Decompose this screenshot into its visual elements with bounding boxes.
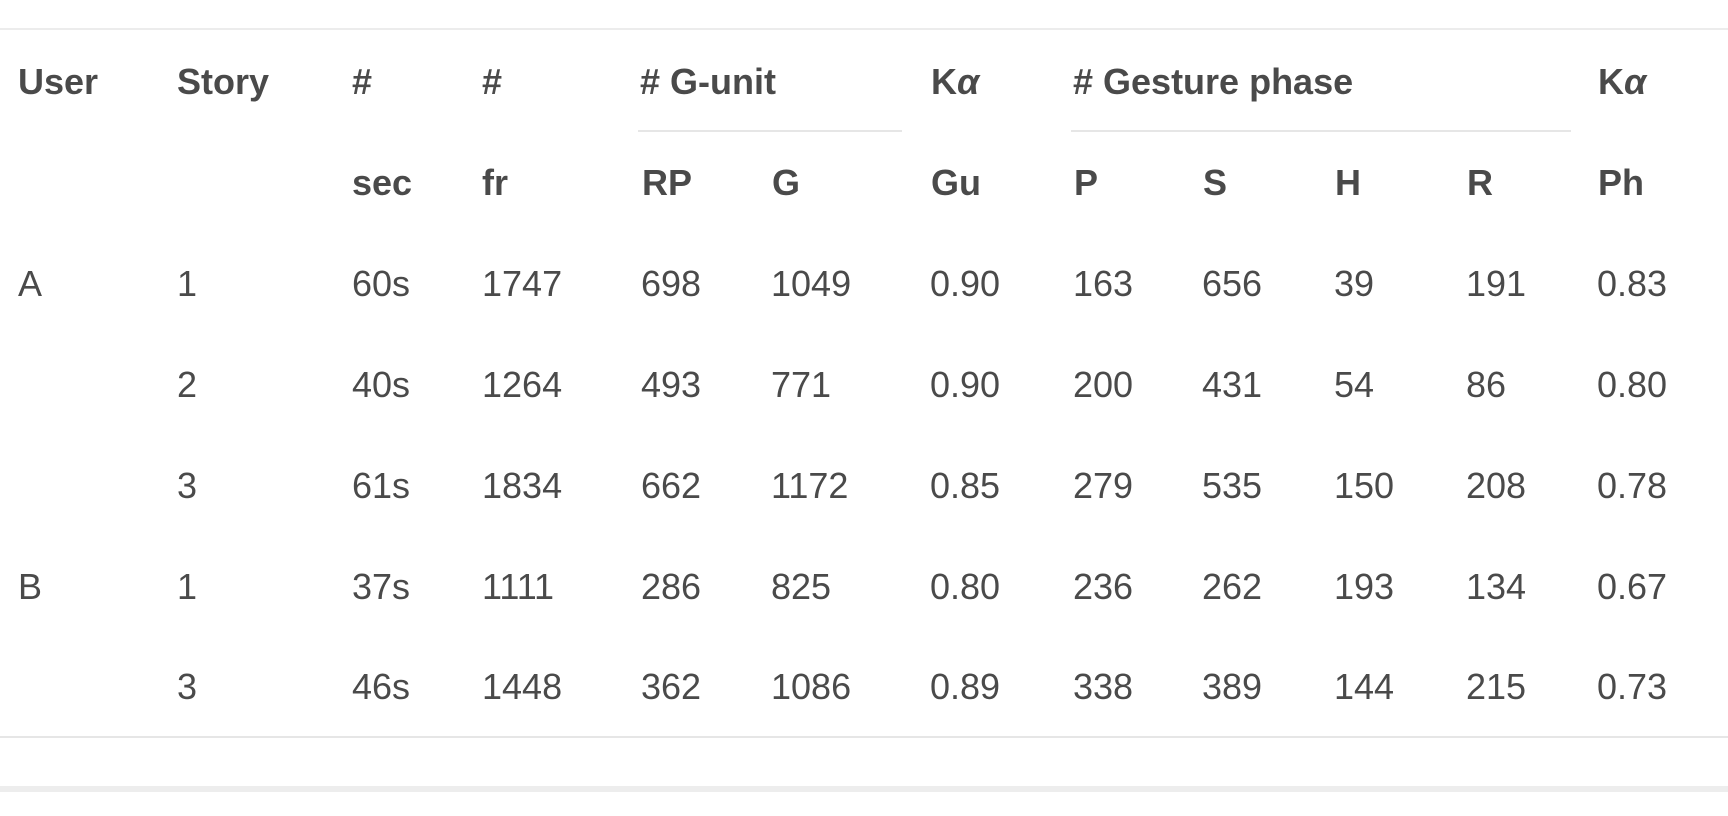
cell-s: 535 [1202, 465, 1263, 506]
header-gu: Gu [931, 162, 981, 203]
cell-g: 825 [771, 566, 832, 607]
cell-rp: 362 [641, 666, 702, 707]
cell-kalpha-ph: 0.73 [1597, 666, 1668, 707]
cell-sec: 40s [352, 364, 411, 405]
cell-h: 144 [1334, 666, 1395, 707]
cell-story: 3 [177, 666, 198, 707]
header-gunit-group: # G-unit [640, 61, 776, 102]
gunit-group-rule [638, 130, 902, 132]
cell-sec: 60s [352, 263, 411, 304]
header-rp: RP [642, 162, 693, 203]
table-top-rule [0, 28, 1728, 30]
cell-fr: 1111 [482, 566, 555, 607]
header-h: H [1335, 162, 1361, 203]
cell-rp: 493 [641, 364, 702, 405]
cell-s: 262 [1202, 566, 1263, 607]
cell-r: 86 [1466, 364, 1507, 405]
kalpha-alpha: α [1624, 61, 1647, 102]
cell-fr: 1834 [482, 465, 563, 506]
cell-p: 200 [1073, 364, 1134, 405]
footer-divider [0, 786, 1728, 792]
cell-kalpha-gu: 0.90 [930, 364, 1001, 405]
gesture-group-rule [1071, 130, 1571, 132]
cell-user: B [18, 566, 43, 607]
cell-r: 134 [1466, 566, 1527, 607]
cell-h: 150 [1334, 465, 1395, 506]
header-r: R [1467, 162, 1493, 203]
cell-story: 3 [177, 465, 198, 506]
header-kalpha-ph: Kα [1598, 62, 1646, 102]
cell-rp: 286 [641, 566, 702, 607]
table-bottom-rule [0, 736, 1728, 738]
cell-s: 389 [1202, 666, 1263, 707]
cell-kalpha-gu: 0.80 [930, 566, 1001, 607]
cell-p: 338 [1073, 666, 1134, 707]
cell-sec: 46s [352, 666, 411, 707]
header-sec-hash: # [352, 61, 373, 102]
kalpha-k: K [1598, 61, 1624, 102]
cell-s: 431 [1202, 364, 1263, 405]
cell-h: 54 [1334, 364, 1375, 405]
cell-fr: 1264 [482, 364, 563, 405]
header-fr-hash: # [482, 61, 503, 102]
cell-kalpha-ph: 0.83 [1597, 263, 1668, 304]
cell-p: 236 [1073, 566, 1134, 607]
cell-r: 215 [1466, 666, 1527, 707]
header-story: Story [177, 61, 270, 102]
cell-g: 1049 [771, 263, 852, 304]
header-kalpha-gu: Kα [931, 62, 979, 102]
header-g: G [772, 162, 801, 203]
cell-p: 163 [1073, 263, 1134, 304]
cell-story: 1 [177, 566, 198, 607]
cell-kalpha-gu: 0.90 [930, 263, 1001, 304]
header-s: S [1203, 162, 1228, 203]
cell-kalpha-ph: 0.78 [1597, 465, 1668, 506]
cell-h: 39 [1334, 263, 1375, 304]
header-fr: fr [482, 162, 508, 203]
cell-user: A [18, 263, 43, 304]
header-user: User [18, 61, 99, 102]
cell-kalpha-ph: 0.67 [1597, 566, 1668, 607]
cell-kalpha-gu: 0.85 [930, 465, 1001, 506]
cell-kalpha-ph: 0.80 [1597, 364, 1668, 405]
cell-kalpha-gu: 0.89 [930, 666, 1001, 707]
cell-story: 2 [177, 364, 198, 405]
kalpha-k: K [931, 61, 957, 102]
cell-rp: 698 [641, 263, 702, 304]
cell-sec: 61s [352, 465, 411, 506]
cell-g: 1086 [771, 666, 852, 707]
header-ph: Ph [1598, 162, 1645, 203]
cell-story: 1 [177, 263, 198, 304]
kalpha-alpha: α [957, 61, 980, 102]
cell-s: 656 [1202, 263, 1263, 304]
cell-g: 771 [771, 364, 832, 405]
cell-sec: 37s [352, 566, 411, 607]
cell-p: 279 [1073, 465, 1134, 506]
cell-r: 208 [1466, 465, 1527, 506]
header-p: P [1074, 162, 1099, 203]
cell-fr: 1747 [482, 263, 563, 304]
header-gesture-group: # Gesture phase [1073, 61, 1354, 102]
cell-g: 1172 [771, 465, 849, 506]
cell-rp: 662 [641, 465, 702, 506]
cell-fr: 1448 [482, 666, 563, 707]
cell-r: 191 [1466, 263, 1527, 304]
cell-h: 193 [1334, 566, 1395, 607]
header-sec: sec [352, 162, 413, 203]
